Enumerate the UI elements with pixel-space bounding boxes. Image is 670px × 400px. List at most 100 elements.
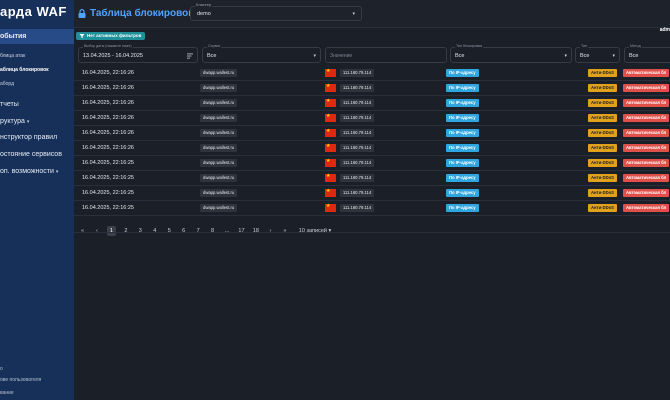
sidebar-item-attacks-table[interactable]: блица атак bbox=[0, 53, 25, 59]
ip-badge: 111.160.79.114 bbox=[340, 84, 375, 92]
type-select[interactable]: Тип Все ▾ bbox=[575, 44, 620, 63]
cluster-select-label: Кластер bbox=[195, 2, 213, 7]
table-row[interactable]: 16.04.2025, 22:16:26 dwapp.wallest.ru ★ … bbox=[74, 81, 670, 96]
row-date: 16.04.2025, 22:16:25 bbox=[82, 190, 134, 196]
last-page-button[interactable]: » bbox=[280, 226, 289, 236]
page-button[interactable]: 18 bbox=[251, 226, 260, 236]
block-type-badge: По IP-адресу bbox=[446, 189, 479, 197]
method-badge: Автоматическая бл bbox=[623, 84, 670, 92]
first-page-button[interactable]: « bbox=[78, 226, 87, 236]
page-button-active[interactable]: 1 bbox=[106, 226, 116, 236]
sidebar-item-events[interactable]: обытия bbox=[0, 33, 26, 40]
user-corner-label[interactable]: adm bbox=[660, 27, 670, 33]
table-row[interactable]: 16.04.2025, 22:16:26 dwapp.wallest.ru ★ … bbox=[74, 141, 670, 156]
prev-page-button[interactable]: ‹ bbox=[92, 226, 101, 236]
table-row[interactable]: 16.04.2025, 22:16:26 dwapp.wallest.ru ★ … bbox=[74, 126, 670, 141]
caret-down-icon: ▾ bbox=[352, 11, 355, 17]
domain-badge: dwapp.wallest.ru bbox=[200, 204, 238, 212]
value-input[interactable]: Значение bbox=[325, 47, 447, 63]
ip-badge: 111.160.79.114 bbox=[340, 159, 375, 167]
sidebar: арда WAF обытия блица атак аблица блокир… bbox=[0, 0, 74, 400]
service-select-label: Сервис bbox=[207, 44, 222, 48]
sidebar-item-dashboard[interactable]: аборд bbox=[0, 81, 14, 87]
row-date: 16.04.2025, 22:16:25 bbox=[82, 160, 134, 166]
block-type-badge: По IP-адресу bbox=[446, 159, 479, 167]
cluster-select-value: demo bbox=[197, 11, 211, 17]
block-type-badge: По IP-адресу bbox=[446, 129, 479, 137]
method-badge: Автоматическая бл bbox=[623, 159, 670, 167]
next-page-button[interactable]: › bbox=[266, 226, 275, 236]
method-select-label: Метод bbox=[629, 44, 642, 48]
table-row[interactable]: 16.04.2025, 22:16:26 dwapp.wallest.ru ★ … bbox=[74, 66, 670, 81]
page-size-select[interactable]: 10 записей ▾ bbox=[299, 228, 331, 234]
method-select[interactable]: Метод Все bbox=[624, 44, 670, 63]
service-select[interactable]: Сервис Все ▾ bbox=[202, 44, 321, 63]
page-button[interactable]: 2 bbox=[121, 226, 130, 236]
method-badge: Автоматическая бл bbox=[623, 204, 670, 212]
active-filters-chip[interactable]: Нет активных фильтров bbox=[76, 32, 146, 40]
page-button[interactable]: 7 bbox=[194, 226, 203, 236]
domain-badge: dwapp.wallest.ru bbox=[200, 144, 238, 152]
sidebar-bottom-user[interactable]: ове пользователя bbox=[0, 377, 41, 383]
lock-icon bbox=[78, 9, 86, 18]
page-button[interactable]: 8 bbox=[208, 226, 217, 236]
table-row[interactable]: 16.04.2025, 22:16:26 dwapp.wallest.ru ★ … bbox=[74, 96, 670, 111]
block-type-select[interactable]: Тип блокировки Все ▾ bbox=[450, 44, 572, 63]
method-badge: Автоматическая бл bbox=[623, 129, 670, 137]
page-button[interactable]: 17 bbox=[237, 226, 246, 236]
sidebar-item-blocks-table[interactable]: аблица блокировок bbox=[0, 67, 49, 73]
page-button[interactable]: 5 bbox=[165, 226, 174, 236]
row-date: 16.04.2025, 22:16:25 bbox=[82, 175, 134, 181]
domain-badge: dwapp.wallest.ru bbox=[200, 129, 238, 137]
sidebar-item-rule-builder[interactable]: нструктор правил bbox=[0, 134, 57, 141]
ip-badge: 111.160.79.114 bbox=[340, 69, 375, 77]
active-filters-chip-label: Нет активных фильтров bbox=[87, 33, 142, 38]
table-row[interactable]: 16.04.2025, 22:16:26 dwapp.wallest.ru ★ … bbox=[74, 111, 670, 126]
attack-type-badge: Анти-DDoS bbox=[588, 114, 617, 122]
page-button[interactable]: 3 bbox=[136, 226, 145, 236]
table-row[interactable]: 16.04.2025, 22:16:25 dwapp.wallest.ru ★ … bbox=[74, 201, 670, 216]
sidebar-item-reports[interactable]: тчеты bbox=[0, 101, 19, 108]
china-flag-icon: ★ bbox=[325, 203, 336, 212]
china-flag-icon: ★ bbox=[325, 188, 336, 197]
china-flag-icon: ★ bbox=[325, 158, 336, 167]
block-type-select-value: Все bbox=[455, 53, 465, 59]
method-badge: Автоматическая бл bbox=[623, 99, 670, 107]
type-select-value: Все bbox=[580, 53, 590, 59]
ip-badge: 111.160.79.114 bbox=[340, 129, 375, 137]
sidebar-item-label: руктура bbox=[0, 118, 25, 125]
attack-type-badge: Анти-DDoS bbox=[588, 129, 617, 137]
attack-type-badge: Анти-DDoS bbox=[588, 174, 617, 182]
attack-type-badge: Анти-DDoS bbox=[588, 189, 617, 197]
table-divider bbox=[74, 232, 670, 233]
page-title: Таблица блокировок bbox=[90, 8, 194, 19]
page-button[interactable]: 4 bbox=[150, 226, 159, 236]
sidebar-bottom-naming[interactable]: вание bbox=[0, 390, 14, 396]
table-row[interactable]: 16.04.2025, 22:16:25 dwapp.wallest.ru ★ … bbox=[74, 186, 670, 201]
table-row[interactable]: 16.04.2025, 22:16:25 dwapp.wallest.ru ★ … bbox=[74, 156, 670, 171]
sidebar-item-extra-features[interactable]: оп. возможности ▾ bbox=[0, 168, 58, 175]
ip-badge: 111.160.79.114 bbox=[340, 99, 375, 107]
date-range-field[interactable]: Выбор даты (нажмите ниже) 13.04.2025 - 1… bbox=[78, 44, 198, 63]
block-type-select-label: Тип блокировки bbox=[455, 44, 484, 48]
date-range-value: 13.04.2025 - 16.04.2025 bbox=[83, 53, 143, 59]
china-flag-icon: ★ bbox=[325, 128, 336, 137]
cluster-select[interactable]: Кластер demo ▾ bbox=[190, 2, 362, 21]
page-button[interactable]: 6 bbox=[179, 226, 188, 236]
header: Таблица блокировок Кластер demo ▾ bbox=[74, 0, 670, 28]
domain-badge: dwapp.wallest.ru bbox=[200, 159, 238, 167]
block-type-badge: По IP-адресу bbox=[446, 144, 479, 152]
sidebar-item-service-status[interactable]: остояние сервисов bbox=[0, 151, 62, 158]
ip-badge: 111.160.79.114 bbox=[340, 144, 375, 152]
china-flag-icon: ★ bbox=[325, 143, 336, 152]
sidebar-bottom-item[interactable]: о bbox=[0, 366, 3, 372]
ip-badge: 111.160.79.114 bbox=[340, 204, 375, 212]
method-badge: Автоматическая бл bbox=[623, 114, 670, 122]
row-date: 16.04.2025, 22:16:26 bbox=[82, 115, 134, 121]
china-flag-icon: ★ bbox=[325, 68, 336, 77]
table-row[interactable]: 16.04.2025, 22:16:25 dwapp.wallest.ru ★ … bbox=[74, 171, 670, 186]
brand-logo-text: арда WAF bbox=[0, 4, 67, 19]
sidebar-item-infrastructure[interactable]: руктура ▾ bbox=[0, 118, 29, 125]
domain-badge: dwapp.wallest.ru bbox=[200, 99, 238, 107]
ip-badge: 111.160.79.114 bbox=[340, 189, 375, 197]
